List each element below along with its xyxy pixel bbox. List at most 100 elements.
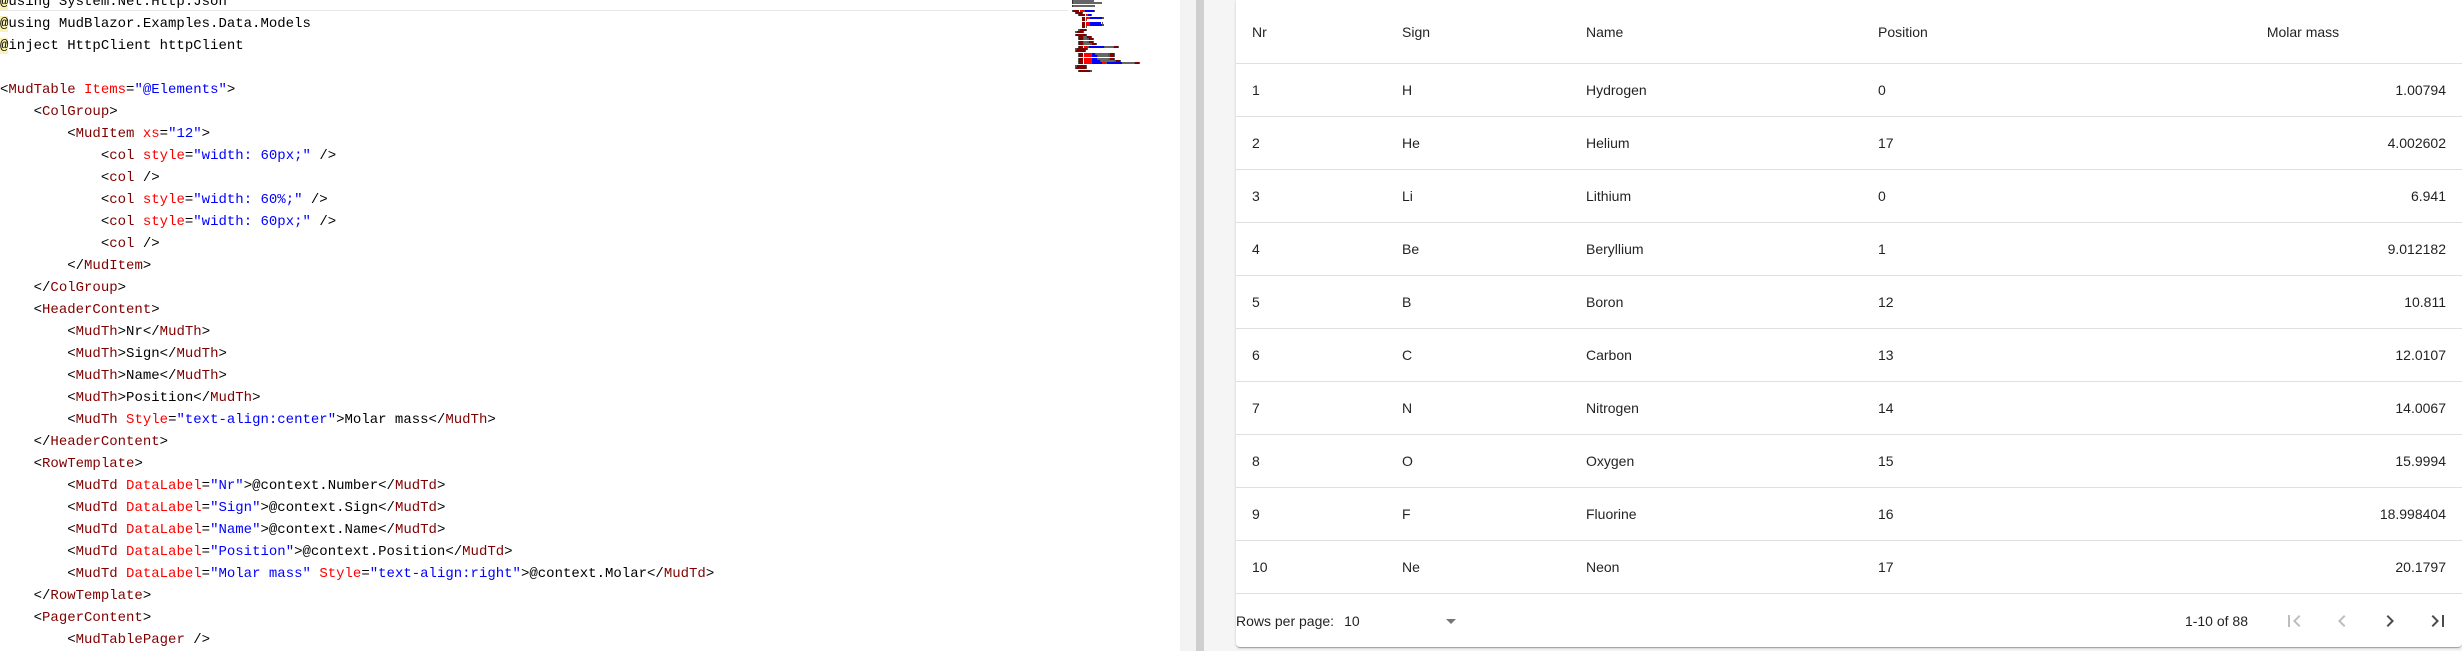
code-line[interactable]: <MudTd DataLabel="Position">@context.Pos… bbox=[0, 541, 714, 563]
table-cell: 13 bbox=[1862, 328, 2144, 382]
minimap[interactable] bbox=[1070, 0, 1180, 74]
code-line[interactable]: <MudTh>Sign</MudTh> bbox=[0, 343, 714, 365]
code-line[interactable]: <col style="width: 60px;" /> bbox=[0, 211, 714, 233]
table-cell: 17 bbox=[1862, 540, 2144, 594]
code-line[interactable]: <col /> bbox=[0, 233, 714, 255]
table-cell: C bbox=[1386, 328, 1570, 382]
header-position[interactable]: Position bbox=[1862, 0, 2144, 64]
code-line[interactable]: <MudTablePager /> bbox=[0, 629, 714, 651]
header-molar-mass[interactable]: Molar mass bbox=[2144, 0, 2462, 64]
table-cell: 0 bbox=[1862, 169, 2144, 223]
code-token: > bbox=[134, 456, 143, 472]
rows-per-page-select[interactable]: 10 bbox=[1344, 605, 1458, 637]
code-token: < bbox=[67, 324, 76, 340]
code-token: </ bbox=[647, 566, 664, 582]
header-nr[interactable]: Nr bbox=[1236, 0, 1386, 64]
code-line[interactable]: @using System.Net.Http.Json bbox=[0, 0, 714, 13]
code-line[interactable]: <ColGroup> bbox=[0, 101, 714, 123]
code-line[interactable]: <col /> bbox=[0, 167, 714, 189]
table-row[interactable]: 1 H Hydrogen 0 1.00794 bbox=[1236, 63, 2462, 117]
table-row[interactable]: 2 He Helium 17 4.002602 bbox=[1236, 116, 2462, 170]
code-editor[interactable]: @using System.Net.Http.Json @using MudBla… bbox=[0, 0, 1180, 651]
code-line[interactable]: <MudTh>Name</MudTh> bbox=[0, 365, 714, 387]
code-line[interactable]: @inject HttpClient httpClient bbox=[0, 35, 714, 57]
table-row[interactable]: 10 Ne Neon 17 20.1797 bbox=[1236, 540, 2462, 594]
preview-pane: Nr Sign Name Position Molar mass 1 H Hydro… bbox=[1204, 0, 2462, 651]
code-line[interactable]: </RowTemplate> bbox=[0, 585, 714, 607]
code-token: </ bbox=[159, 346, 177, 362]
code-token: Sign bbox=[126, 346, 160, 362]
code-token: MudTh bbox=[75, 346, 118, 362]
code-token: MudTd bbox=[394, 478, 437, 494]
next-page-button[interactable] bbox=[2366, 597, 2414, 645]
table-cell: 12 bbox=[1862, 275, 2144, 329]
code-line[interactable] bbox=[0, 57, 714, 79]
last-page-button[interactable] bbox=[2414, 597, 2462, 645]
minimap-mark bbox=[1079, 69, 1090, 72]
code-token: < bbox=[67, 346, 76, 362]
code-line[interactable]: @using MudBlazor.Examples.Data.Models bbox=[0, 13, 714, 35]
code-line[interactable]: <col style="width: 60px;" /> bbox=[0, 145, 714, 167]
minimap-mark bbox=[1084, 9, 1094, 12]
code-token: < bbox=[33, 302, 43, 318]
table-row[interactable]: 6 C Carbon 13 12.0107 bbox=[1236, 328, 2462, 382]
table-row[interactable]: 5 B Boron 12 10.811 bbox=[1236, 275, 2462, 329]
code-lines[interactable]: @using System.Net.Http.Json @using MudBla… bbox=[0, 0, 714, 651]
code-line[interactable]: <MudTh>Position</MudTh> bbox=[0, 387, 714, 409]
previous-page-button[interactable] bbox=[2318, 597, 2366, 645]
code-line[interactable]: <MudTh>Nr</MudTh> bbox=[0, 321, 714, 343]
pane-splitter[interactable] bbox=[1196, 0, 1204, 651]
code-line[interactable]: </MudItem> bbox=[0, 255, 714, 277]
code-token: @context.Name bbox=[268, 522, 379, 538]
code-line[interactable]: <MudTh Style="text-align:center">Molar m… bbox=[0, 409, 714, 431]
table-row[interactable]: 3 Li Lithium 0 6.941 bbox=[1236, 169, 2462, 223]
last-page-icon bbox=[2431, 615, 2444, 627]
table-row[interactable]: 9 F Fluorine 16 18.998404 bbox=[1236, 487, 2462, 541]
code-token: > bbox=[226, 82, 236, 98]
code-token: MudTh bbox=[75, 412, 118, 428]
table-row[interactable]: 4 Be Beryllium 1 9.012182 bbox=[1236, 222, 2462, 276]
code-token: MudTd bbox=[663, 566, 706, 582]
code-line[interactable]: <MudTd DataLabel="Sign">@context.Sign</M… bbox=[0, 497, 714, 519]
code-token: Name bbox=[126, 368, 160, 384]
code-token: = bbox=[201, 478, 211, 494]
code-token: < bbox=[100, 236, 110, 252]
code-token: < bbox=[67, 544, 76, 560]
first-page-button[interactable] bbox=[2270, 597, 2318, 645]
code-line[interactable]: <col style="width: 60%;" /> bbox=[0, 189, 714, 211]
code-token: > bbox=[201, 324, 211, 340]
table-row[interactable]: 8 O Oxygen 15 15.9994 bbox=[1236, 434, 2462, 488]
minimap-mark bbox=[1072, 4, 1096, 7]
table-pager: Rows per page: 10 1-10 of 88 bbox=[1236, 595, 2462, 647]
page-range-text: 1-10 of 88 bbox=[2184, 613, 2248, 629]
code-line[interactable]: <HeaderContent> bbox=[0, 299, 714, 321]
code-line[interactable]: <MudTd DataLabel="Nr">@context.Number</M… bbox=[0, 475, 714, 497]
table-cell: F bbox=[1386, 487, 1570, 541]
table-cell: 12.0107 bbox=[2144, 328, 2462, 382]
code-token: inject HttpClient httpClient bbox=[8, 38, 244, 54]
code-line[interactable]: <PagerContent> bbox=[0, 607, 714, 629]
table-row[interactable]: 7 N Nitrogen 14 14.0067 bbox=[1236, 381, 2462, 435]
code-line[interactable]: <MudTable Items="@Elements"> bbox=[0, 79, 714, 101]
code-line[interactable]: <MudTd DataLabel="Molar mass" Style="tex… bbox=[0, 563, 714, 585]
table-cell: 7 bbox=[1236, 381, 1386, 435]
header-name[interactable]: Name bbox=[1570, 0, 1862, 64]
code-line[interactable]: <MudItem xs="12"> bbox=[0, 123, 714, 145]
header-sign[interactable]: Sign bbox=[1386, 0, 1570, 64]
code-line[interactable]: </HeaderContent> bbox=[0, 431, 714, 453]
editor-scrollbar[interactable] bbox=[1180, 0, 1196, 651]
table-cell: He bbox=[1386, 116, 1570, 170]
code-token: style bbox=[142, 214, 185, 230]
table-cell: 1.00794 bbox=[2144, 63, 2462, 117]
code-token: </ bbox=[445, 544, 463, 560]
code-line[interactable]: </ColGroup> bbox=[0, 277, 714, 299]
rows-per-page-value: 10 bbox=[1344, 613, 1360, 629]
code-token: > bbox=[487, 412, 496, 428]
code-line[interactable]: <MudTd DataLabel="Name">@context.Name</M… bbox=[0, 519, 714, 541]
code-line[interactable]: <RowTemplate> bbox=[0, 453, 714, 475]
